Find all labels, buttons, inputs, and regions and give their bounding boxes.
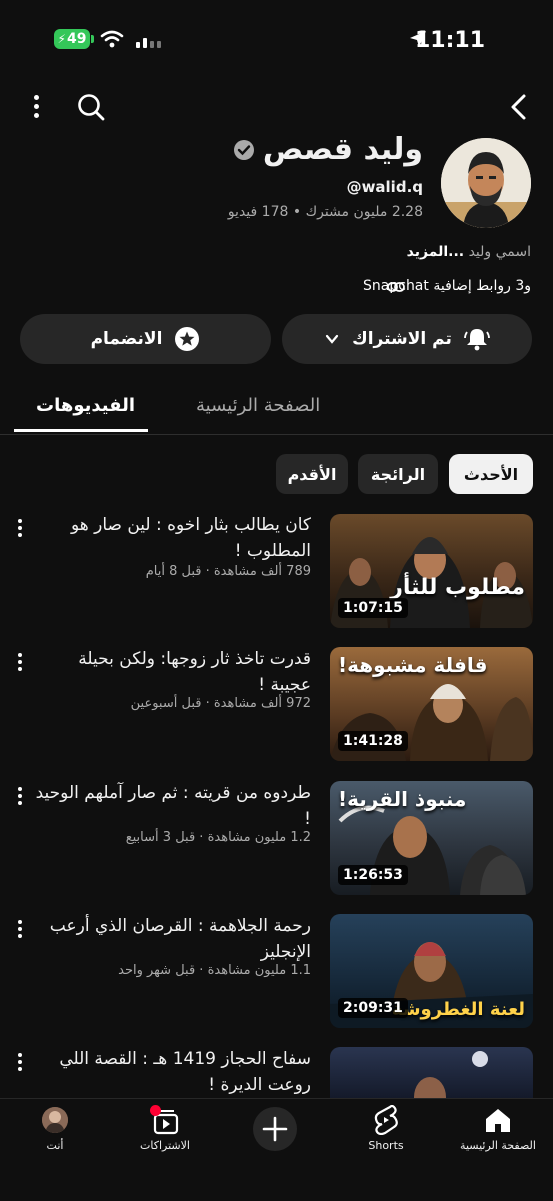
tab-videos[interactable]: الفيديوهات (36, 395, 135, 416)
channel-name: وليد قصص (233, 132, 423, 167)
battery-bolt-icon: ⚡ (57, 32, 66, 46)
nav-shorts[interactable]: Shorts (331, 1099, 441, 1169)
nav-home-label: الصفحة الرئيسية (460, 1139, 536, 1152)
chip-oldest[interactable]: الأقدم (276, 454, 348, 494)
thumbnail-title: مطلوب للثأر (390, 575, 525, 600)
battery-level: 49 (66, 31, 87, 47)
more-options-icon[interactable] (24, 90, 48, 122)
video-meta: 1.2 مليون مشاهدة · قبل 3 أسابيع (125, 830, 311, 845)
subscribed-button[interactable]: تم الاشتراك (282, 314, 532, 364)
join-label: الانضمام (90, 329, 163, 349)
video-thumbnail[interactable]: منبوذ القرية! 1:26:53 (330, 781, 533, 895)
video-menu-icon[interactable] (12, 516, 28, 540)
channel-avatar[interactable] (441, 138, 531, 228)
thumbnail-title: منبوذ القرية! (338, 787, 467, 811)
nav-you-label: أنت (46, 1139, 64, 1152)
join-button[interactable]: الانضمام (20, 314, 271, 364)
verified-check-icon (233, 139, 254, 160)
video-menu-icon[interactable] (12, 650, 28, 674)
nav-create-button[interactable] (253, 1107, 297, 1151)
chip-latest[interactable]: الأحدث (449, 454, 533, 494)
video-title[interactable]: طردوه من قريته : ثم صار آملهم الوحيد ! (35, 780, 311, 832)
duration-badge: 1:07:15 (338, 598, 408, 618)
more-link[interactable]: ...المزيد (407, 244, 464, 260)
video-thumbnail[interactable] (330, 1047, 533, 1098)
video-menu-icon[interactable] (12, 917, 28, 941)
subscribed-label: تم الاشتراك (352, 329, 452, 349)
channel-name-text: وليد قصص (262, 132, 423, 167)
home-icon (486, 1109, 510, 1132)
avatar-illustration-icon (441, 138, 531, 228)
shorts-icon (374, 1105, 398, 1135)
nav-home[interactable]: الصفحة الرئيسية (443, 1099, 553, 1169)
chevron-down-icon (326, 334, 339, 344)
membership-star-icon (175, 327, 200, 351)
video-menu-icon[interactable] (12, 1050, 28, 1074)
plus-icon (262, 1116, 288, 1142)
duration-badge: 1:41:28 (338, 731, 408, 751)
video-thumbnail[interactable]: قافلة مشبوهة! 1:41:28 (330, 647, 533, 761)
cellular-signal-icon (136, 38, 161, 48)
status-time: 11:11 (414, 28, 485, 53)
thumbnail-title: قافلة مشبوهة! (338, 653, 488, 677)
battery-tip (91, 35, 94, 43)
thumbnail-figures-icon (414, 1051, 488, 1098)
video-menu-icon[interactable] (12, 784, 28, 808)
profile-avatar (42, 1107, 68, 1133)
link-icon (387, 282, 405, 292)
bottom-navigation: الصفحة الرئيسية Shorts الاشتراكات أنت (0, 1098, 553, 1201)
video-thumbnail[interactable]: مطلوب للثأر 1:07:15 (330, 514, 533, 628)
video-meta: 972 ألف مشاهدة · قبل أسبوعين (130, 696, 311, 711)
channel-description[interactable]: اسمي وليد ...المزيد (407, 244, 531, 260)
nav-subscriptions-label: الاشتراكات (140, 1139, 190, 1152)
notification-dot (150, 1105, 161, 1116)
notification-bell-icon (463, 329, 490, 351)
nav-you[interactable]: أنت (0, 1099, 110, 1169)
video-title[interactable]: قدرت تاخذ ثار زوجها: ولكن بحيلة عجيبة ! (35, 646, 311, 698)
tab-home[interactable]: الصفحة الرئيسية (196, 395, 320, 416)
video-meta: 1.1 مليون مشاهدة · قبل شهر واحد (118, 963, 311, 978)
video-meta: 789 ألف مشاهدة · قبل 8 أيام (145, 564, 311, 579)
chip-popular[interactable]: الرائجة (358, 454, 438, 494)
video-title[interactable]: كان يطالب بثار اخوه : لين صار هو المطلوب… (35, 512, 311, 564)
battery-indicator: ⚡ 49 (54, 29, 90, 49)
video-title[interactable]: رحمة الجلاهمة : القرصان الذي أرعب الإنجل… (35, 913, 311, 965)
profile-photo-icon (42, 1107, 68, 1133)
description-text: اسمي وليد (468, 244, 531, 260)
tabs-divider (0, 434, 553, 435)
nav-subscriptions[interactable]: الاشتراكات (110, 1099, 220, 1169)
back-arrow-icon[interactable] (508, 92, 530, 122)
wifi-icon (100, 30, 124, 48)
search-icon[interactable] (76, 92, 106, 122)
channel-stats: 2.28 مليون مشترك • 178 فيديو (227, 204, 423, 220)
active-tab-indicator (14, 429, 148, 432)
video-thumbnail[interactable]: لعنة الغطروشة 2:09:31 (330, 914, 533, 1028)
video-title[interactable]: سفاح الحجاز 1419 هـ : القصة اللي روعت ال… (35, 1046, 311, 1098)
duration-badge: 2:09:31 (338, 998, 408, 1018)
thumbnail-title: لعنة الغطروشة (391, 999, 525, 1020)
nav-shorts-label: Shorts (368, 1139, 404, 1152)
duration-badge: 1:26:53 (338, 865, 408, 885)
channel-handle: @walid.q (346, 178, 423, 196)
